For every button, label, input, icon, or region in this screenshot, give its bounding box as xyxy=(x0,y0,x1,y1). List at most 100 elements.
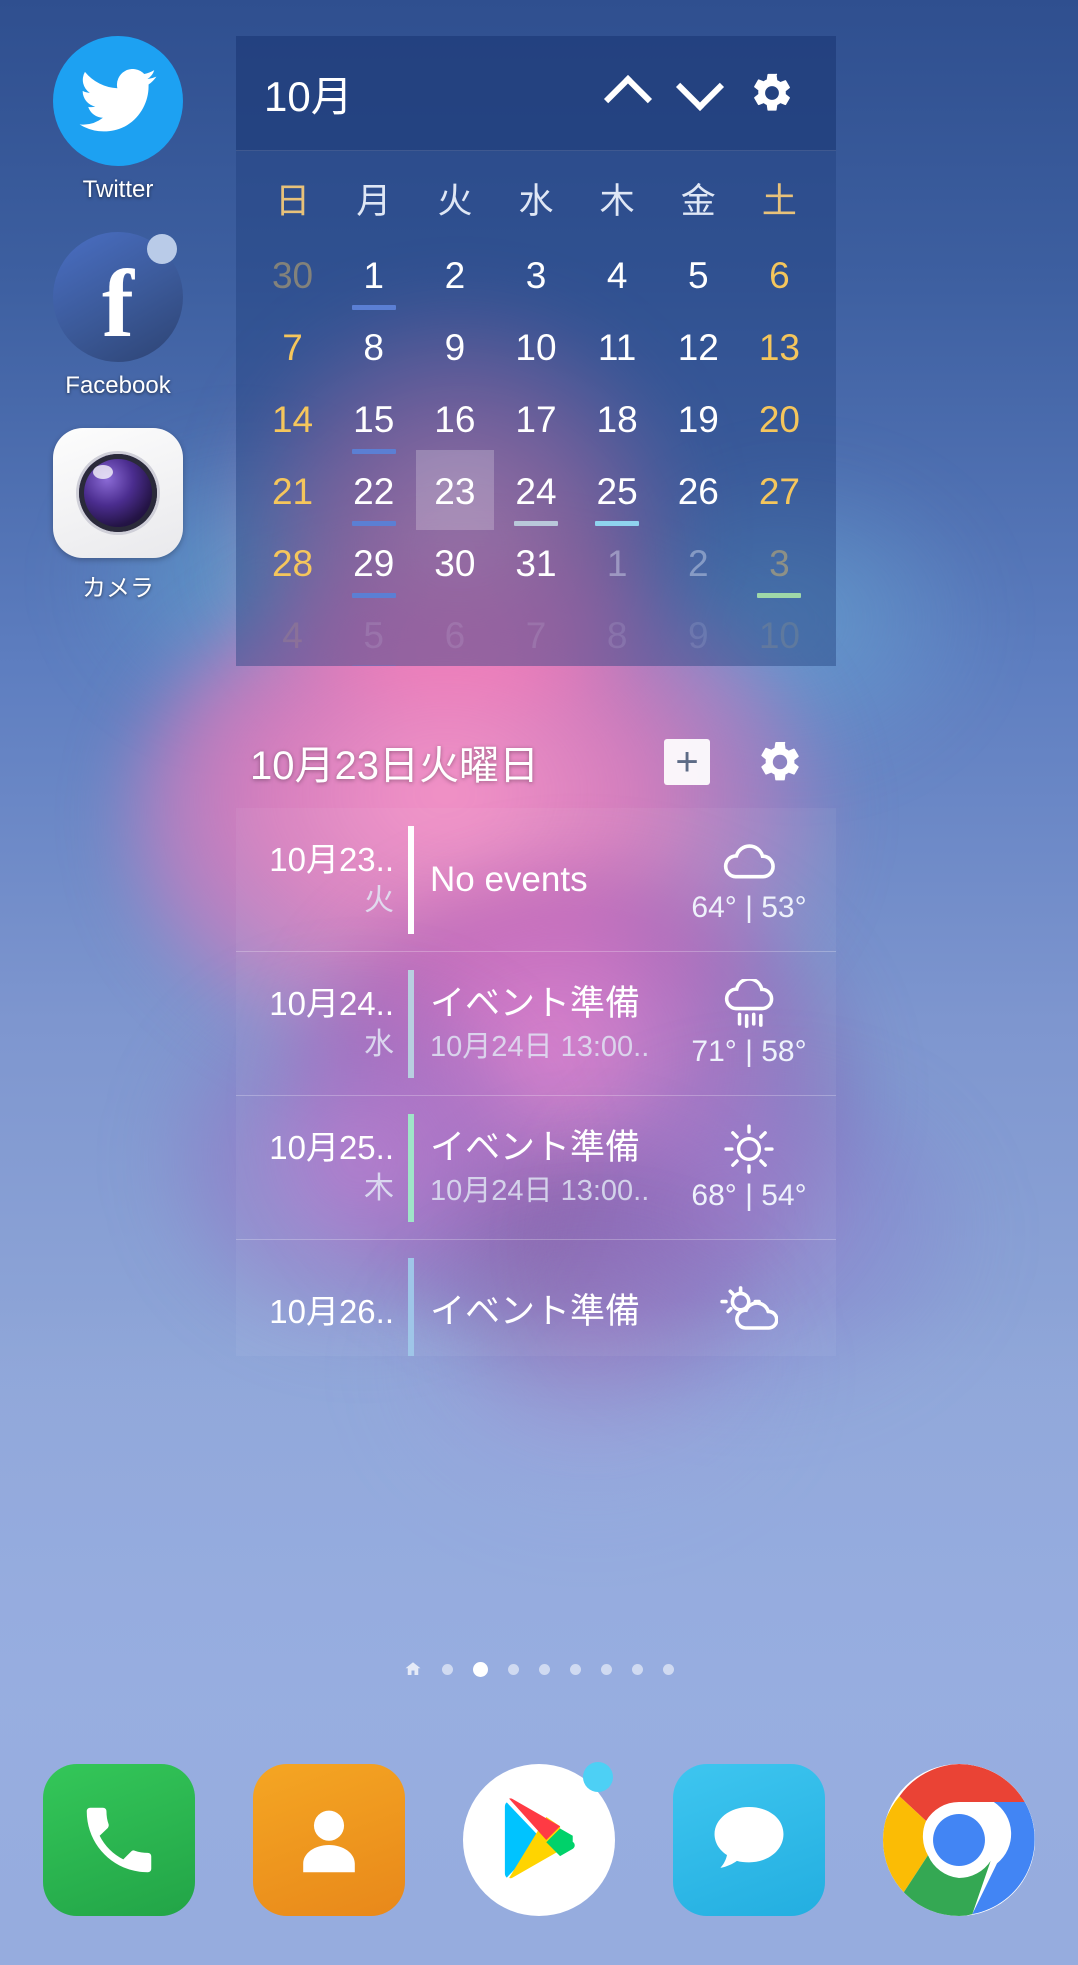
agenda-event-title: No events xyxy=(430,859,588,899)
calendar-day-number: 13 xyxy=(758,327,800,368)
weekday-label: 金 xyxy=(680,182,716,221)
calendar-day-cell[interactable]: 25 xyxy=(577,456,658,528)
calendar-day-cell[interactable]: 8 xyxy=(577,600,658,666)
calendar-day-cell[interactable]: 19 xyxy=(658,384,739,456)
gear-icon xyxy=(754,73,790,111)
dock-item-contacts[interactable] xyxy=(253,1764,405,1916)
page-indicator-dot[interactable] xyxy=(539,1663,550,1675)
page-indicator-dot[interactable] xyxy=(601,1663,612,1675)
calendar-day-cell[interactable]: 21 xyxy=(252,456,333,528)
agenda-settings-button[interactable] xyxy=(756,738,804,786)
page-indicator-dot[interactable] xyxy=(632,1663,643,1675)
app-label: カメラ xyxy=(82,575,154,602)
page-indicator-dot[interactable] xyxy=(442,1663,453,1675)
calendar-day-cell[interactable]: 27 xyxy=(739,456,820,528)
calendar-day-cell[interactable]: 14 xyxy=(252,384,333,456)
dock-item-messages[interactable] xyxy=(673,1764,825,1916)
calendar-day-cell[interactable]: 31 xyxy=(495,528,576,600)
dock xyxy=(0,1715,1078,1965)
calendar-day-cell[interactable]: 7 xyxy=(252,312,333,384)
calendar-weeks: 30 1 2 3 4 5 6 7 8 9 10 11 12 13 14 15 16 17 18 19 20 21 22 23 2… xyxy=(252,240,820,666)
agenda-event-title: イベント準備 xyxy=(430,1291,641,1331)
calendar-day-cell[interactable]: 2 xyxy=(658,528,739,600)
calendar-next-month-button[interactable] xyxy=(664,57,736,129)
calendar-day-cell[interactable]: 3 xyxy=(739,528,820,600)
agenda-event-date-line1: 10月24.. xyxy=(269,984,394,1022)
agenda-event-list: 10月23.. 火 No events 64° | 53° 10月24.. 水イベント準備… xyxy=(236,808,836,1356)
calendar-day-cell[interactable]: 9 xyxy=(658,600,739,666)
calendar-day-cell[interactable]: 26 xyxy=(658,456,739,528)
calendar-day-cell[interactable]: 13 xyxy=(739,312,820,384)
calendar-event-indicator xyxy=(351,521,396,526)
agenda-event-body: イベント準備 xyxy=(430,1289,674,1335)
page-indicator-dot[interactable] xyxy=(663,1663,674,1675)
calendar-day-cell[interactable]: 3 xyxy=(495,240,576,312)
calendar-day-cell[interactable]: 10 xyxy=(495,312,576,384)
calendar-day-cell[interactable]: 10 xyxy=(739,600,820,666)
app-facebook[interactable]: f Facebook xyxy=(0,232,236,400)
calendar-day-cell[interactable]: 29 xyxy=(333,528,414,600)
calendar-day-cell[interactable]: 28 xyxy=(252,528,333,600)
calendar-day-cell[interactable]: 6 xyxy=(414,600,495,666)
contacts-icon xyxy=(303,1810,355,1873)
calendar-day-cell[interactable]: 24 xyxy=(495,456,576,528)
agenda-event-time: 10月24日 13:00.. xyxy=(430,1030,650,1063)
page-indicator[interactable] xyxy=(0,1660,1078,1678)
agenda-event-date: 10月26.. xyxy=(248,1291,408,1333)
page-indicator-home-dot[interactable] xyxy=(404,1660,422,1678)
calendar-day-cell[interactable]: 23 xyxy=(414,450,495,530)
app-twitter[interactable]: Twitter xyxy=(0,36,236,204)
calendar-day-cell[interactable]: 9 xyxy=(414,312,495,384)
dock-item-phone[interactable] xyxy=(43,1764,195,1916)
calendar-day-cell[interactable]: 7 xyxy=(495,600,576,666)
calendar-day-cell[interactable]: 30 xyxy=(414,528,495,600)
calendar-day-cell[interactable]: 30 xyxy=(252,240,333,312)
agenda-event-date-line1: 10月26.. xyxy=(269,1292,394,1330)
calendar-day-cell[interactable]: 1 xyxy=(577,528,658,600)
calendar-day-number: 3 xyxy=(769,543,790,584)
agenda-event-temperatures: 64° | 53° xyxy=(691,890,807,924)
calendar-day-cell[interactable]: 16 xyxy=(414,384,495,456)
calendar-day-cell[interactable]: 5 xyxy=(658,240,739,312)
calendar-day-cell[interactable]: 20 xyxy=(739,384,820,456)
calendar-day-cell[interactable]: 4 xyxy=(577,240,658,312)
calendar-day-cell[interactable]: 12 xyxy=(658,312,739,384)
calendar-widget[interactable]: 10月 日 月 火 水 木 金 土 30 1 2 3 4 5 6 7 8 9 10 11 12 13 14 1… xyxy=(236,36,836,666)
calendar-weekday-header-row: 日 月 火 水 木 金 土 xyxy=(252,151,820,240)
page-indicator-dot[interactable] xyxy=(508,1663,519,1675)
calendar-day-cell[interactable]: 8 xyxy=(333,312,414,384)
play-store-icon xyxy=(504,1798,575,1879)
calendar-day-cell[interactable]: 11 xyxy=(577,312,658,384)
calendar-day-cell[interactable]: 4 xyxy=(252,600,333,666)
calendar-day-cell[interactable]: 18 xyxy=(577,384,658,456)
weekday-label: 火 xyxy=(437,182,473,221)
calendar-day-cell[interactable]: 5 xyxy=(333,600,414,666)
app-camera[interactable]: カメラ xyxy=(0,428,236,603)
calendar-day-cell[interactable]: 17 xyxy=(495,384,576,456)
agenda-event-row[interactable]: 10月26.. イベント準備 xyxy=(236,1240,836,1356)
agenda-event-date: 10月25.. 木 xyxy=(248,1127,408,1209)
agenda-event-color-bar xyxy=(408,1257,414,1356)
dock-item-chrome[interactable] xyxy=(883,1764,1035,1916)
agenda-event-row[interactable]: 10月25.. 木 イベント準備 10月24日 13:00.. 68° | 54° xyxy=(236,1096,836,1240)
calendar-week-row: 7 8 9 10 11 12 13 xyxy=(252,312,820,384)
agenda-event-row[interactable]: 10月23.. 火 No events 64° | 53° xyxy=(236,808,836,952)
calendar-day-number: 6 xyxy=(769,255,790,296)
dock-item-play-store[interactable] xyxy=(463,1762,615,1916)
calendar-event-indicator xyxy=(351,593,396,598)
page-indicator-dot[interactable] xyxy=(473,1661,488,1677)
calendar-day-cell[interactable]: 2 xyxy=(414,240,495,312)
agenda-add-event-button[interactable]: + xyxy=(664,739,710,785)
home-screen-app-column: Twitter f Facebook カメラ xyxy=(0,36,236,631)
agenda-widget[interactable]: 10月23日火曜日 + 10月23.. 火 No events 64° | 53° 10… xyxy=(236,716,836,1356)
calendar-day-cell[interactable]: 6 xyxy=(739,240,820,312)
agenda-event-row[interactable]: 10月24.. 水 イベント準備 10月24日 13:00.. 71° | 58° xyxy=(236,952,836,1096)
calendar-day-number: 1 xyxy=(363,255,384,296)
calendar-prev-month-button[interactable] xyxy=(592,57,664,129)
calendar-day-cell[interactable]: 15 xyxy=(333,384,414,456)
calendar-settings-button[interactable] xyxy=(736,57,808,129)
page-indicator-dot[interactable] xyxy=(570,1663,581,1675)
calendar-day-cell[interactable]: 1 xyxy=(333,240,414,312)
calendar-day-cell[interactable]: 22 xyxy=(333,456,414,528)
facebook-glyph: f xyxy=(102,250,134,357)
